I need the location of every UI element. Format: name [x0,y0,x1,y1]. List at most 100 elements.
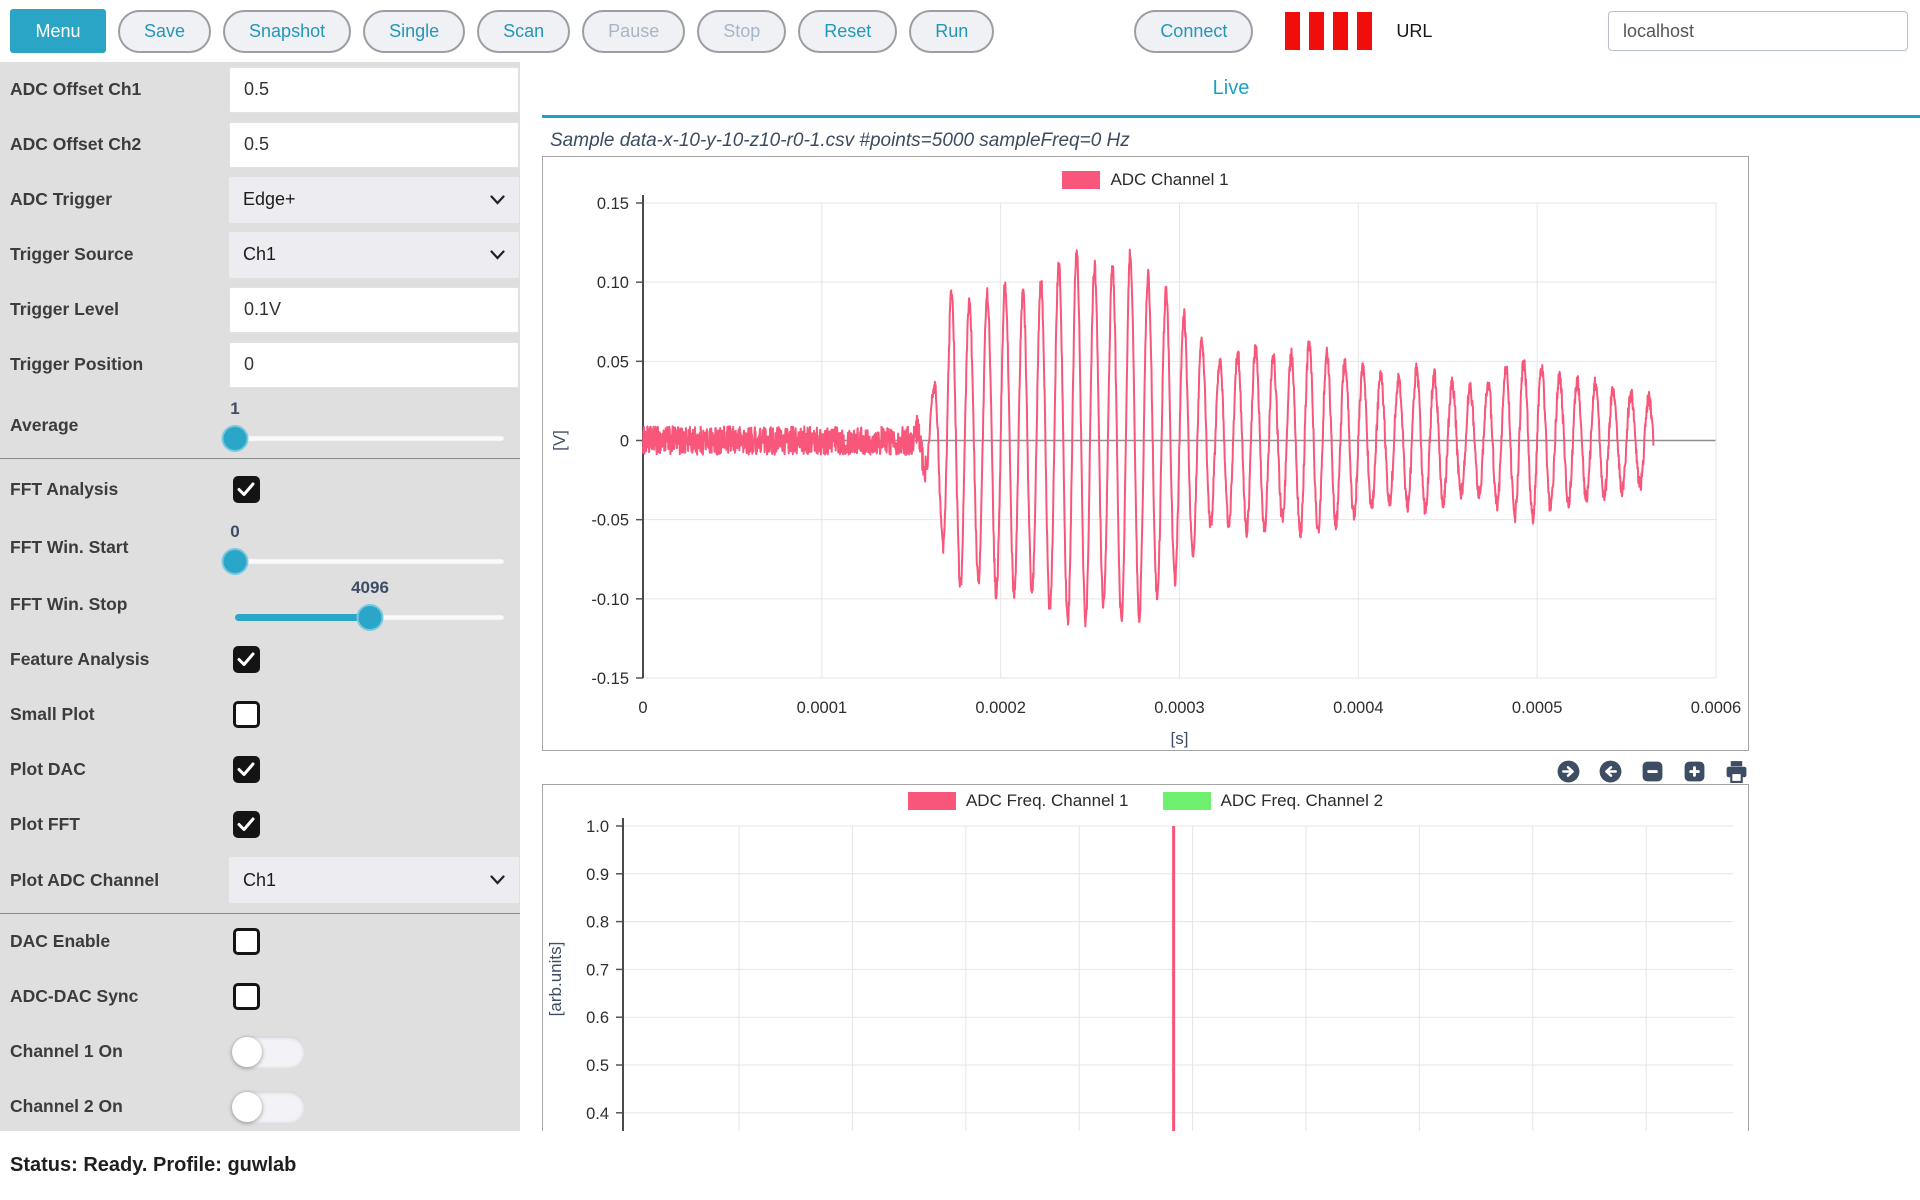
svg-text:[V]: [V] [550,430,569,451]
check-icon [234,812,258,836]
slider-track[interactable] [235,558,505,565]
trigger-level-input[interactable] [229,287,519,333]
slider-thumb[interactable] [222,548,249,575]
svg-text:0.7: 0.7 [586,961,609,979]
trigger-source-select[interactable]: Ch1 [229,232,519,278]
adc-trigger-select[interactable]: Edge+ [229,177,519,223]
legend-swatch [1163,792,1211,810]
field-trigger-position: Trigger Position [0,337,520,392]
print-icon[interactable] [1724,759,1749,784]
stop-button[interactable]: Stop [697,10,786,53]
adc-offset-ch1-label: ADC Offset Ch1 [10,79,141,100]
slider-thumb[interactable] [222,425,249,452]
toggle-knob [232,1037,262,1067]
tab-live[interactable]: Live [1213,77,1250,100]
field-trigger-level: Trigger Level [0,282,520,337]
fft-win-stop-slider[interactable]: 4096 [235,578,505,630]
snapshot-button[interactable]: Snapshot [223,10,351,53]
channel1-on-label: Channel 1 On [10,1041,123,1062]
svg-text:0.0004: 0.0004 [1333,699,1383,717]
svg-text:0.05: 0.05 [597,353,629,371]
adc-freq-plot[interactable]: 1.00.90.80.70.60.50.4[arb.units] [543,785,1748,1131]
trigger-level-label: Trigger Level [10,299,119,320]
fft-analysis-checkbox[interactable] [233,476,260,503]
small-plot-checkbox[interactable] [233,701,260,728]
svg-text:-0.05: -0.05 [591,512,629,530]
pan-right-icon[interactable] [1556,759,1581,784]
reset-button[interactable]: Reset [798,10,897,53]
svg-text:0.8: 0.8 [586,914,609,932]
pause-button[interactable]: Pause [582,10,685,53]
adc-offset-ch2-label: ADC Offset Ch2 [10,134,141,155]
legend-swatch [908,792,956,810]
url-label: URL [1396,21,1432,42]
menu-button[interactable]: Menu [10,9,106,53]
fft-win-stop-value: 4096 [351,578,389,598]
slider-thumb[interactable] [357,604,384,631]
plot-dac-label: Plot DAC [10,759,86,780]
plot-adc-channel-select[interactable]: Ch1 [229,857,519,903]
fft-win-start-value: 0 [230,522,239,542]
svg-text:[s]: [s] [1171,729,1189,748]
url-input[interactable] [1608,11,1908,51]
average-label: Average [10,415,78,436]
slider-track[interactable] [235,435,505,442]
adc-dac-sync-label: ADC-DAC Sync [10,986,138,1007]
adc-trigger-value: Edge+ [243,189,296,210]
zoom-in-icon[interactable] [1682,759,1707,784]
legend-label: ADC Freq. Channel 2 [1221,791,1384,811]
svg-text:0.9: 0.9 [586,866,609,884]
legend-entry: ADC Freq. Channel 1 [908,791,1129,811]
small-plot-label: Small Plot [10,704,95,725]
field-channel1-on: Channel 1 On [0,1024,520,1079]
plot-fft-label: Plot FFT [10,814,80,835]
channel2-on-toggle[interactable] [231,1091,305,1123]
field-fft-win-stop: FFT Win. Stop 4096 [0,576,520,632]
plot-fft-checkbox[interactable] [233,811,260,838]
field-adc-trigger: ADC Trigger Edge+ [0,172,520,227]
channel1-on-toggle[interactable] [231,1036,305,1068]
legend-label: ADC Channel 1 [1110,170,1228,190]
fft-win-start-label: FFT Win. Start [10,537,128,558]
adc-dac-sync-checkbox[interactable] [233,983,260,1010]
settings-sidebar: ADC Offset Ch1 ADC Offset Ch2 ADC Trigge… [0,62,520,1131]
status-text: Status: Ready. Profile: guwlab [10,1154,296,1177]
feature-analysis-label: Feature Analysis [10,649,149,670]
channel2-on-label: Channel 2 On [10,1096,123,1117]
toggle-knob [232,1092,262,1122]
fft-win-start-slider[interactable]: 0 [235,522,505,574]
run-button[interactable]: Run [909,10,994,53]
field-plot-dac: Plot DAC [0,742,520,797]
field-plot-adc-channel: Plot ADC Channel Ch1 [0,852,520,908]
feature-analysis-checkbox[interactable] [233,646,260,673]
dac-enable-label: DAC Enable [10,931,110,952]
connection-strength-icon [1285,12,1372,50]
adc-time-plot[interactable]: 0.150.100.050-0.05-0.10-0.1500.00010.000… [543,157,1748,750]
check-icon [234,757,258,781]
plot-dac-checkbox[interactable] [233,756,260,783]
adc-offset-ch1-input[interactable] [229,67,519,113]
field-fft-win-start: FFT Win. Start 0 [0,519,520,576]
single-button[interactable]: Single [363,10,465,53]
fft-analysis-label: FFT Analysis [10,479,118,500]
connect-button[interactable]: Connect [1134,10,1253,53]
svg-text:0.10: 0.10 [597,274,629,292]
dac-enable-checkbox[interactable] [233,928,260,955]
average-value: 1 [230,399,239,419]
legend-entry: ADC Channel 1 [1062,170,1228,190]
svg-text:0: 0 [620,433,629,451]
field-channel2-on: Channel 2 On [0,1079,520,1131]
save-button[interactable]: Save [118,10,211,53]
average-slider[interactable]: 1 [235,399,505,451]
trigger-position-label: Trigger Position [10,354,143,375]
svg-text:0: 0 [638,699,647,717]
adc-offset-ch2-input[interactable] [229,122,519,168]
trigger-source-value: Ch1 [243,244,276,265]
pan-left-icon[interactable] [1598,759,1623,784]
zoom-out-icon[interactable] [1640,759,1665,784]
adc-time-chart: ADC Channel 1 0.150.100.050-0.05-0.10-0.… [542,156,1749,751]
tab-bar: Live [542,62,1920,118]
field-feature-analysis: Feature Analysis [0,632,520,687]
trigger-position-input[interactable] [229,342,519,388]
scan-button[interactable]: Scan [477,10,570,53]
